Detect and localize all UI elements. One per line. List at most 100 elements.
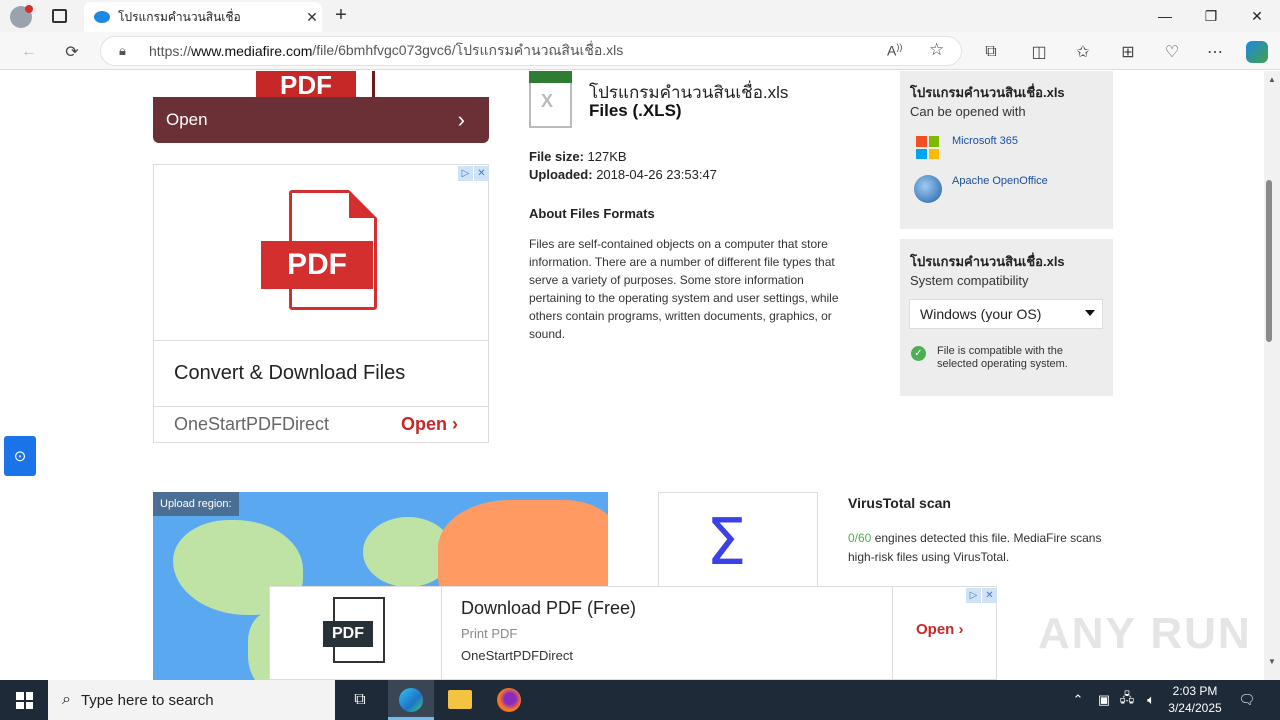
bottom-ad[interactable]: ▷ ✕ PDF Download PDF (Free) Print PDF On… bbox=[269, 586, 997, 680]
profile-icon[interactable] bbox=[10, 5, 33, 28]
xls-file-icon: X bbox=[529, 71, 572, 128]
tab-active[interactable]: โปรแกรมคำนวนสินเชื่อ ✕ bbox=[84, 2, 322, 32]
app-openoffice-link[interactable]: Apache OpenOffice bbox=[952, 175, 1048, 187]
clock[interactable]: 2:03 PM 3/24/2025 bbox=[1164, 683, 1226, 717]
network-icon[interactable]: 🖧︎ bbox=[1117, 680, 1137, 720]
virustotal-logo-box: Σ bbox=[658, 492, 818, 592]
close-tab-icon[interactable]: ✕ bbox=[302, 9, 322, 26]
ad-headline: Convert & Download Files bbox=[174, 362, 406, 384]
url-host: www.mediafire.com bbox=[191, 43, 313, 59]
new-tab-button[interactable]: + bbox=[330, 4, 352, 28]
floating-target-button[interactable]: ⊙ bbox=[4, 436, 36, 476]
ad-open-label: Open bbox=[401, 414, 448, 434]
compat-title: โปรแกรมคำนวนสินเชื่อ.xls bbox=[910, 254, 1065, 269]
scroll-down-icon[interactable]: ▼ bbox=[1268, 657, 1276, 666]
address-toolbar: ← ⟳ 🔒︎ https://www.mediafire.com/file/6b… bbox=[0, 32, 1280, 70]
virustotal-title: VirusTotal scan bbox=[848, 495, 951, 511]
browser-essentials-icon[interactable]: ♡ bbox=[1161, 41, 1183, 63]
collections-icon[interactable]: ⊞ bbox=[1117, 41, 1139, 63]
pdf-label: PDF bbox=[256, 71, 356, 100]
read-aloud-icon[interactable]: A)) bbox=[887, 42, 902, 59]
firefox-icon[interactable] bbox=[497, 688, 521, 712]
virustotal-text: engines detected this file. MediaFire sc… bbox=[848, 531, 1102, 564]
top-ad-open-button[interactable]: Open › bbox=[153, 97, 489, 143]
uploaded-label: Uploaded: bbox=[529, 167, 593, 182]
copilot-icon[interactable] bbox=[1246, 41, 1268, 63]
tab-actions-icon[interactable] bbox=[52, 9, 67, 23]
lock-icon[interactable]: 🔒︎ bbox=[119, 43, 126, 59]
adchoices-icon[interactable]: ▷ bbox=[966, 588, 981, 603]
microsoft365-icon bbox=[916, 136, 939, 159]
compat-status: File is compatible with the selected ope… bbox=[937, 345, 1068, 370]
uploaded-value: 2018-04-26 23:53:47 bbox=[596, 167, 717, 182]
top-ad[interactable]: PDF Open › bbox=[153, 71, 489, 143]
bottom-ad-open-link[interactable]: Open › bbox=[916, 621, 964, 638]
chevron-right-icon: › bbox=[457, 107, 465, 132]
edge-taskbar-icon[interactable] bbox=[388, 680, 434, 720]
tray-chevron-icon[interactable]: ⌃ bbox=[1068, 680, 1088, 720]
pdf-doc-icon: PDF bbox=[323, 597, 385, 663]
check-circle-icon: ✓ bbox=[911, 346, 926, 361]
tab-title: โปรแกรมคำนวนสินเชื่อ bbox=[118, 9, 241, 24]
anyrun-watermark: ANY RUN bbox=[1038, 609, 1252, 658]
bottom-ad-brand: OneStartPDFDirect bbox=[461, 648, 573, 663]
tray-device-icon[interactable]: ▣ bbox=[1094, 680, 1114, 720]
open-with-subtitle: Can be opened with bbox=[910, 104, 1026, 119]
task-view-icon[interactable]: ⧉ bbox=[345, 680, 375, 720]
restore-button[interactable]: ❐ bbox=[1188, 0, 1234, 32]
file-explorer-icon[interactable] bbox=[448, 690, 472, 709]
scroll-up-icon[interactable]: ▲ bbox=[1268, 75, 1276, 84]
favorite-star-icon[interactable]: ☆ bbox=[929, 40, 944, 60]
bottom-ad-open-label: Open bbox=[916, 621, 955, 638]
open-with-title: โปรแกรมคำนวนสินเชื่อ.xls bbox=[910, 85, 1065, 100]
ad-close-icon[interactable]: ✕ bbox=[474, 166, 489, 181]
back-icon[interactable]: ← bbox=[18, 41, 40, 63]
edge-tab-icon bbox=[94, 11, 110, 23]
url-path: /file/6bmhfvgc073gvc6/โปรแกรมคำนวณสินเชื… bbox=[312, 42, 624, 58]
volume-icon[interactable]: 🔈︎ bbox=[1141, 680, 1161, 720]
settings-more-icon[interactable]: ⋯ bbox=[1204, 41, 1226, 63]
os-select[interactable]: Windows (your OS) bbox=[909, 299, 1103, 329]
adchoices-icon[interactable]: ▷ bbox=[458, 166, 473, 181]
close-window-button[interactable]: ✕ bbox=[1234, 0, 1280, 32]
taskbar-search-input[interactable]: ⌕ Type here to search bbox=[48, 680, 335, 720]
minimize-button[interactable]: — bbox=[1142, 0, 1188, 32]
split-screen-icon[interactable]: ◫ bbox=[1028, 41, 1050, 63]
page-content: PDF Open › ▷ ✕ PDF Convert & Download Fi… bbox=[0, 71, 1264, 680]
pdf-label: PDF bbox=[261, 241, 373, 289]
search-icon: ⌕ bbox=[62, 691, 71, 708]
bottom-ad-subline: Print PDF bbox=[461, 626, 518, 641]
clock-time: 2:03 PM bbox=[1172, 684, 1218, 698]
pdf-label: PDF bbox=[323, 621, 373, 647]
app-microsoft365-link[interactable]: Microsoft 365 bbox=[952, 135, 1018, 147]
ad-open-link[interactable]: Open › bbox=[401, 414, 458, 435]
scrollbar-thumb[interactable] bbox=[1266, 180, 1272, 342]
favorites-icon[interactable]: ✩ bbox=[1072, 41, 1094, 63]
map-label: Upload region: bbox=[153, 492, 239, 516]
top-ad-open-label: Open bbox=[166, 110, 208, 129]
about-title: About Files Formats bbox=[529, 206, 655, 221]
search-placeholder: Type here to search bbox=[80, 691, 214, 709]
compatibility-box: โปรแกรมคำนวนสินเชื่อ.xls System compatib… bbox=[900, 239, 1113, 396]
about-text: Files are self-contained objects on a co… bbox=[529, 237, 839, 341]
bottom-ad-headline: Download PDF (Free) bbox=[461, 598, 637, 618]
file-size-value: 127KB bbox=[587, 149, 627, 164]
file-size-label: File size: bbox=[529, 149, 584, 164]
extensions-icon[interactable]: ⧉ bbox=[980, 41, 1002, 63]
chevron-right-icon: › bbox=[958, 621, 964, 638]
ad-close-icon[interactable]: ✕ bbox=[982, 588, 997, 603]
ad-brand: OneStartPDFDirect bbox=[174, 414, 330, 434]
vertical-scrollbar[interactable]: ▲ ▼ bbox=[1264, 71, 1280, 680]
virustotal-count: 0/60 bbox=[848, 531, 872, 545]
browser-tab-bar: โปรแกรมคำนวนสินเชื่อ ✕ + — ❐ ✕ bbox=[0, 0, 1280, 32]
notifications-icon[interactable]: 🗨︎ bbox=[1236, 680, 1258, 720]
virustotal-sigma-icon: Σ bbox=[706, 506, 747, 580]
url-field[interactable]: 🔒︎ https://www.mediafire.com/file/6bmhfv… bbox=[100, 36, 962, 66]
dropdown-arrow-icon bbox=[1085, 310, 1095, 316]
windows-start-icon[interactable] bbox=[16, 692, 33, 709]
left-ad[interactable]: ▷ ✕ PDF Convert & Download Files OneStar… bbox=[153, 164, 489, 443]
refresh-icon[interactable]: ⟳ bbox=[61, 41, 83, 63]
compat-subtitle: System compatibility bbox=[910, 273, 1029, 288]
url-prefix: https:// bbox=[149, 43, 192, 59]
chevron-right-icon: › bbox=[452, 414, 459, 434]
